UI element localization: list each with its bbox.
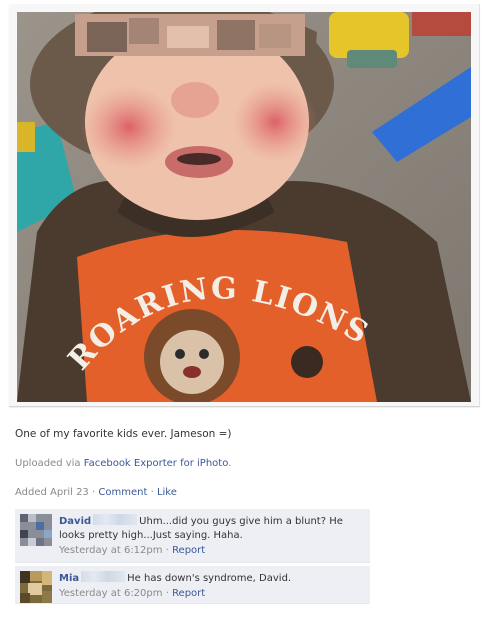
comment: Mia He has down's syndrome, David. Yester… — [15, 566, 370, 604]
avatar[interactable] — [20, 514, 52, 546]
comment: David Uhm...did you guys give him a blunt… — [15, 509, 370, 563]
comment-meta: Yesterday at 6:12pm · Report — [59, 543, 364, 558]
comment-author[interactable]: David — [59, 516, 91, 527]
added-date: Added April 23 — [15, 487, 89, 498]
comment-body: Mia He has down's syndrome, David. Yester… — [59, 571, 364, 601]
comment-meta: Yesterday at 6:20pm · Report — [59, 586, 364, 601]
redacted-surname — [81, 571, 126, 582]
like-link[interactable]: Like — [157, 487, 177, 498]
uploaded-prefix: Uploaded via — [15, 458, 84, 469]
comment-link[interactable]: Comment — [98, 487, 147, 498]
separator: · — [165, 588, 169, 599]
separator: · — [150, 487, 154, 498]
redacted-surname — [93, 514, 138, 525]
separator: · — [92, 487, 96, 498]
comment-time[interactable]: Yesterday at 6:20pm — [59, 588, 163, 599]
avatar-image — [20, 571, 52, 603]
comment-body: David Uhm...did you guys give him a blunt… — [59, 514, 364, 558]
report-link[interactable]: Report — [172, 545, 205, 556]
photo[interactable]: ROARING LIONS — [17, 12, 471, 402]
avatar[interactable] — [20, 571, 52, 603]
comment-time[interactable]: Yesterday at 6:12pm — [59, 545, 163, 556]
separator: · — [165, 545, 169, 556]
uploaded-suffix: . — [228, 458, 232, 469]
report-link[interactable]: Report — [172, 588, 205, 599]
avatar-image — [20, 514, 52, 546]
post-actions: Added April 23 · Comment · Like — [15, 487, 177, 498]
comment-author[interactable]: Mia — [59, 573, 79, 584]
comment-text: He has down's syndrome, David. — [127, 573, 292, 584]
photo-image: ROARING LIONS — [17, 12, 471, 402]
photo-frame: ROARING LIONS — [9, 4, 480, 407]
uploader-app-link[interactable]: Facebook Exporter for iPhoto — [84, 458, 228, 469]
photo-page: { "photo": { "shirt_text_line1": "ROARIN… — [0, 0, 495, 634]
photo-caption: One of my favorite kids ever. Jameson =) — [15, 428, 232, 440]
comment-text: Uhm...did you guys give him a blunt? He — [139, 516, 343, 527]
comment-text-continued: looks pretty high...Just saying. Haha. — [59, 530, 243, 541]
upload-source: Uploaded via Facebook Exporter for iPhot… — [15, 458, 231, 469]
